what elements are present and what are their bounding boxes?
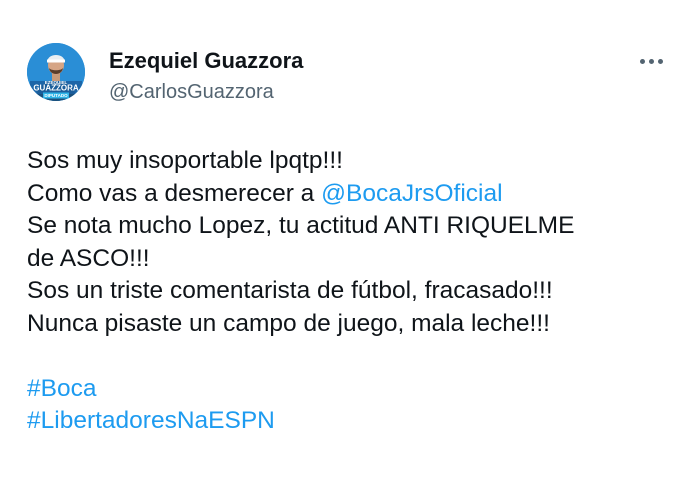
tweet-line: Se nota mucho Lopez, tu actitud ANTI RIQ… [27,212,575,239]
display-name[interactable]: Ezequiel Guazzora [109,48,303,74]
tweet-line: Como vas a desmerecer a @BocaJrsOficial [27,178,677,211]
tweet-card: EZEQUIEL GUAZZORA DIPUTADO Ezequiel Guaz… [0,0,684,500]
avatar-text-main: GUAZZORA [33,84,79,93]
tweet-line: Nunca pisaste un campo de juego, mala le… [27,309,550,337]
more-horizontal-icon [638,58,665,64]
user-handle[interactable]: @CarlosGuazzora [109,80,303,104]
avatar[interactable]: EZEQUIEL GUAZZORA DIPUTADO [27,43,85,101]
author-block: Ezequiel Guazzora @CarlosGuazzora [109,48,303,104]
hashtag-link[interactable]: #LibertadoresNaESPN [27,407,275,434]
tweet-line: de ASCO!!! [27,244,150,272]
tweet-line: Sos un triste comentarista de fútbol, fr… [27,277,553,304]
mention-link[interactable]: @BocaJrsOficial [321,180,502,207]
tweet-line-text: Como vas a desmerecer a [27,179,322,207]
tweet-text: Sos muy insoportable lpqtp!!! Como vas a… [27,145,677,438]
hashtag-link[interactable]: #Boca [27,375,96,402]
avatar-image: EZEQUIEL GUAZZORA DIPUTADO [27,43,85,101]
tweet-line: Sos muy insoportable lpqtp!!! [27,147,343,174]
more-options-button[interactable] [633,47,669,75]
avatar-text-bottom: DIPUTADO [44,93,68,98]
